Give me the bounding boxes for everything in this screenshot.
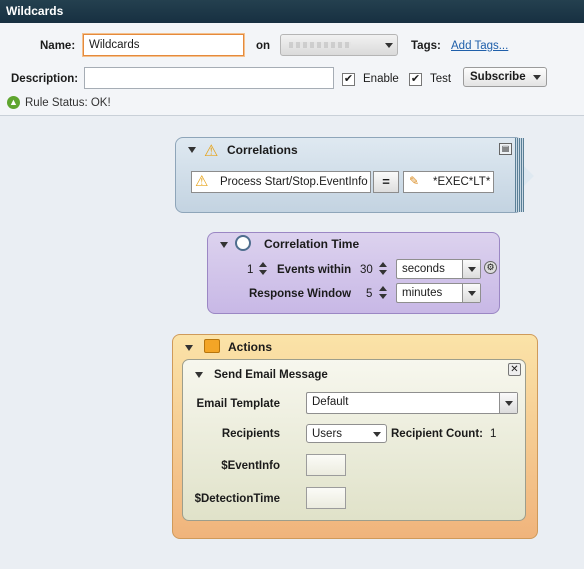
chevron-down-icon <box>468 291 476 296</box>
window-title: Wildcards <box>0 0 584 23</box>
response-unit-select[interactable]: minutes <box>396 283 481 303</box>
email-template-label: Email Template <box>196 398 280 410</box>
recipients-label: Recipients <box>221 428 280 440</box>
close-icon[interactable]: ✕ <box>508 363 521 376</box>
description-input[interactable] <box>84 67 334 89</box>
detectiontime-field[interactable] <box>306 487 346 509</box>
gear-icon[interactable]: ⚙ <box>484 261 497 274</box>
condition-value: *EXEC*LT* <box>433 176 491 188</box>
collapse-triangle-icon[interactable] <box>188 147 196 153</box>
on-label: on <box>256 40 271 52</box>
flow-arrow-icon <box>524 166 534 186</box>
send-email-card: Send Email Message ✕ Email Template Defa… <box>182 359 526 521</box>
dropdown-button[interactable] <box>499 393 517 413</box>
collapse-triangle-icon[interactable] <box>220 242 228 248</box>
name-input[interactable]: Wildcards <box>83 34 244 56</box>
dropdown-button[interactable] <box>462 284 480 302</box>
correlations-panel: ⚠ Correlations ▤ ⚠ Process Start/Stop.Ev… <box>175 137 524 213</box>
warning-icon: ⚠ <box>204 143 219 160</box>
thumbs-up-icon: ▲ <box>7 96 20 109</box>
operator-button[interactable]: = <box>373 171 399 193</box>
condition-value-box[interactable]: ✎ *EXEC*LT* <box>403 171 494 193</box>
stack-edge <box>515 138 524 212</box>
chevron-down-icon <box>505 401 513 406</box>
window-unit-select[interactable]: seconds <box>396 259 481 279</box>
clock-icon <box>235 235 251 251</box>
recipients-value: Users <box>312 428 343 440</box>
collapse-triangle-icon[interactable] <box>195 372 203 378</box>
expand-icon[interactable]: ▤ <box>499 143 512 155</box>
event-count-spinner[interactable] <box>259 261 267 277</box>
send-email-title: Send Email Message <box>214 369 328 381</box>
email-template-value: Default <box>312 396 349 408</box>
correlation-time-panel: Correlation Time 1 Events within 30 seco… <box>207 232 500 314</box>
warning-icon: ⚠ <box>195 173 209 190</box>
recipient-count-value: 1 <box>490 428 497 440</box>
response-value-spinner[interactable] <box>379 285 387 301</box>
eventinfo-label: $EventInfo <box>221 460 280 472</box>
actions-panel: Actions Send Email Message ✕ Email Templ… <box>172 334 538 539</box>
window-value: 30 <box>360 264 373 276</box>
recipients-select[interactable]: Users <box>306 424 387 443</box>
actions-title: Actions <box>228 340 273 354</box>
dropdown-button[interactable] <box>462 260 480 278</box>
condition-field-box[interactable]: ⚠ Process Start/Stop.EventInfo <box>191 171 371 193</box>
test-label: Test <box>430 73 452 85</box>
eventinfo-field[interactable] <box>306 454 346 476</box>
condition-field: Process Start/Stop.EventInfo <box>220 176 368 188</box>
chevron-down-icon <box>468 267 476 272</box>
server-select[interactable] <box>280 34 398 56</box>
response-window-label: Response Window <box>249 288 352 300</box>
add-tags-link[interactable]: Add Tags... <box>451 40 508 52</box>
subscribe-button[interactable]: Subscribe <box>463 67 547 87</box>
name-label: Name: <box>40 40 76 52</box>
pencil-icon[interactable]: ✎ <box>409 174 419 188</box>
chevron-down-icon <box>373 432 381 437</box>
chevron-down-icon <box>533 75 541 80</box>
enable-label: Enable <box>363 73 399 85</box>
rule-status-text: Rule Status: OK! <box>25 97 111 109</box>
response-unit-value: minutes <box>402 287 443 299</box>
response-value: 5 <box>366 288 373 300</box>
event-count: 1 <box>247 264 254 276</box>
test-checkbox[interactable]: ✔ <box>409 73 422 86</box>
enable-checkbox[interactable]: ✔ <box>342 73 355 86</box>
tags-label: Tags: <box>411 40 441 52</box>
correlations-title: Correlations <box>227 143 298 157</box>
email-template-select[interactable]: Default <box>306 392 518 414</box>
subscribe-label: Subscribe <box>470 71 526 83</box>
window-unit-value: seconds <box>402 263 445 275</box>
actions-icon <box>204 339 220 353</box>
detectiontime-label: $DetectionTime <box>194 493 280 505</box>
correlation-time-title: Correlation Time <box>264 237 360 251</box>
redacted-server-name <box>289 42 351 48</box>
collapse-triangle-icon[interactable] <box>185 345 193 351</box>
recipient-count-label: Recipient Count: <box>391 428 483 440</box>
rule-form: Name: Wildcards on Tags: Add Tags... Des… <box>0 23 584 116</box>
description-label: Description: <box>11 73 79 85</box>
window-value-spinner[interactable] <box>379 261 387 277</box>
chevron-down-icon <box>385 43 393 48</box>
events-within-label: Events within <box>277 264 352 276</box>
